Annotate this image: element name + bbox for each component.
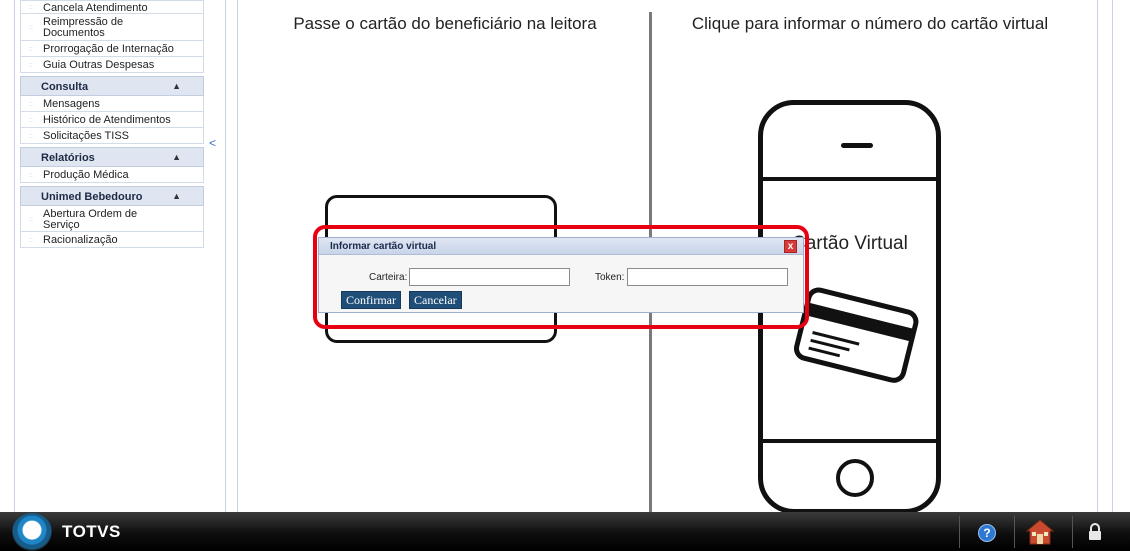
virtual-card-dialog: Informar cartão virtual x Carteira: Toke… bbox=[318, 237, 804, 313]
bullet-icon: :: bbox=[29, 100, 33, 108]
chevron-up-icon[interactable]: ▲ bbox=[172, 191, 181, 201]
section-title: Unimed Bebedouro bbox=[41, 191, 143, 203]
sidebar-item-abertura-ordem[interactable]: :: Abertura Ordem de Serviço bbox=[20, 206, 204, 232]
sidebar-item-cancela-atendimento[interactable]: :: Cancela Atendimento bbox=[20, 0, 204, 14]
taskbar-divider bbox=[959, 516, 960, 548]
section-title: Relatórios bbox=[41, 152, 95, 164]
sidebar-item-mensagens[interactable]: :: Mensagens bbox=[20, 96, 204, 112]
carteira-input[interactable] bbox=[409, 268, 570, 286]
bullet-icon: :: bbox=[29, 116, 33, 124]
app-window: :: Cancela Atendimento :: Reimpressão de… bbox=[0, 0, 1130, 551]
bullet-icon: :: bbox=[29, 171, 33, 179]
lock-icon[interactable] bbox=[1087, 523, 1103, 541]
right-scroll-edge[interactable] bbox=[1097, 0, 1113, 512]
credit-card-icon bbox=[793, 287, 919, 383]
sidebar-item-label: Mensagens bbox=[43, 98, 100, 110]
section-header-consulta[interactable]: Consulta ▲ bbox=[20, 76, 204, 96]
chevron-up-icon[interactable]: ▲ bbox=[172, 152, 181, 162]
sidebar-item-solicitacoes-tiss[interactable]: :: Solicitações TISS bbox=[20, 128, 204, 144]
carteira-label: Carteira: bbox=[369, 272, 408, 283]
virtual-card-label: Cartão Virtual bbox=[792, 233, 908, 254]
sidebar-item-label: Solicitações TISS bbox=[43, 130, 130, 142]
close-icon[interactable]: x bbox=[784, 240, 797, 253]
frame-line-left bbox=[14, 0, 15, 512]
help-icon[interactable]: ? bbox=[978, 524, 996, 542]
section-header-unimed-bebedouro[interactable]: Unimed Bebedouro ▲ bbox=[20, 186, 204, 206]
sidebar-item-historico[interactable]: :: Histórico de Atendimentos bbox=[20, 112, 204, 128]
sidebar-item-label: Reimpressão de Documentos bbox=[43, 16, 124, 39]
sidebar-item-label: Guia Outras Despesas bbox=[43, 59, 155, 71]
sidebar-item-label: Histórico de Atendimentos bbox=[43, 114, 171, 126]
sidebar-item-label: Prorrogação de Internação bbox=[43, 43, 174, 55]
bullet-icon: :: bbox=[29, 132, 33, 140]
bullet-icon: :: bbox=[29, 236, 33, 244]
totvs-logo-icon[interactable] bbox=[12, 513, 52, 551]
chevron-up-icon[interactable]: ▲ bbox=[172, 81, 181, 91]
phone-speaker bbox=[841, 143, 873, 148]
sidebar-item-label: Racionalização bbox=[43, 234, 118, 246]
sidebar-item-producao-medica[interactable]: :: Produção Médica bbox=[20, 167, 204, 183]
right-panel-title[interactable]: Clique para informar o número do cartão … bbox=[680, 14, 1060, 34]
dialog-titlebar: Informar cartão virtual x bbox=[319, 238, 803, 255]
frame-line-content bbox=[237, 0, 238, 512]
confirm-button[interactable]: Confirmar bbox=[341, 291, 401, 309]
sidebar-menu: :: Cancela Atendimento :: Reimpressão de… bbox=[20, 0, 204, 248]
sidebar-item-reimpressao[interactable]: :: Reimpressão de Documentos bbox=[20, 14, 204, 41]
phone-screen-edge bbox=[763, 439, 936, 443]
taskbar: TOTVS ? bbox=[0, 512, 1130, 551]
left-panel-title: Passe o cartão do beneficiário na leitor… bbox=[293, 14, 597, 33]
collapse-sidebar-icon[interactable]: < bbox=[209, 136, 216, 150]
sidebar-item-prorrogacao[interactable]: :: Prorrogação de Internação bbox=[20, 41, 204, 57]
section-title: Consulta bbox=[41, 81, 89, 93]
bullet-icon: :: bbox=[29, 215, 33, 223]
brand-name: TOTVS bbox=[62, 522, 121, 541]
home-icon[interactable] bbox=[1026, 519, 1054, 545]
sidebar-item-label: Cancela Atendimento bbox=[43, 2, 148, 14]
dialog-title: Informar cartão virtual bbox=[330, 241, 437, 252]
token-label: Token: bbox=[595, 272, 625, 283]
bullet-icon: :: bbox=[29, 61, 33, 69]
token-input[interactable] bbox=[627, 268, 788, 286]
sidebar-item-label: Abertura Ordem de Serviço bbox=[43, 208, 138, 231]
bullet-icon: :: bbox=[29, 24, 33, 31]
cancel-button[interactable]: Cancelar bbox=[409, 291, 462, 309]
bullet-icon: :: bbox=[29, 45, 33, 53]
sidebar-item-racionalizacao[interactable]: :: Racionalização bbox=[20, 232, 204, 248]
phone-screen-edge bbox=[763, 177, 936, 181]
taskbar-divider bbox=[1072, 516, 1073, 548]
sidebar-item-guia-outras-despesas[interactable]: :: Guia Outras Despesas bbox=[20, 57, 204, 73]
taskbar-divider bbox=[1014, 516, 1015, 548]
bullet-icon: :: bbox=[29, 4, 33, 11]
sidebar-item-label: Produção Médica bbox=[43, 169, 129, 181]
frame-line-sidebar bbox=[225, 0, 226, 512]
section-header-relatorios[interactable]: Relatórios ▲ bbox=[20, 147, 204, 167]
phone-home-button bbox=[836, 459, 874, 497]
